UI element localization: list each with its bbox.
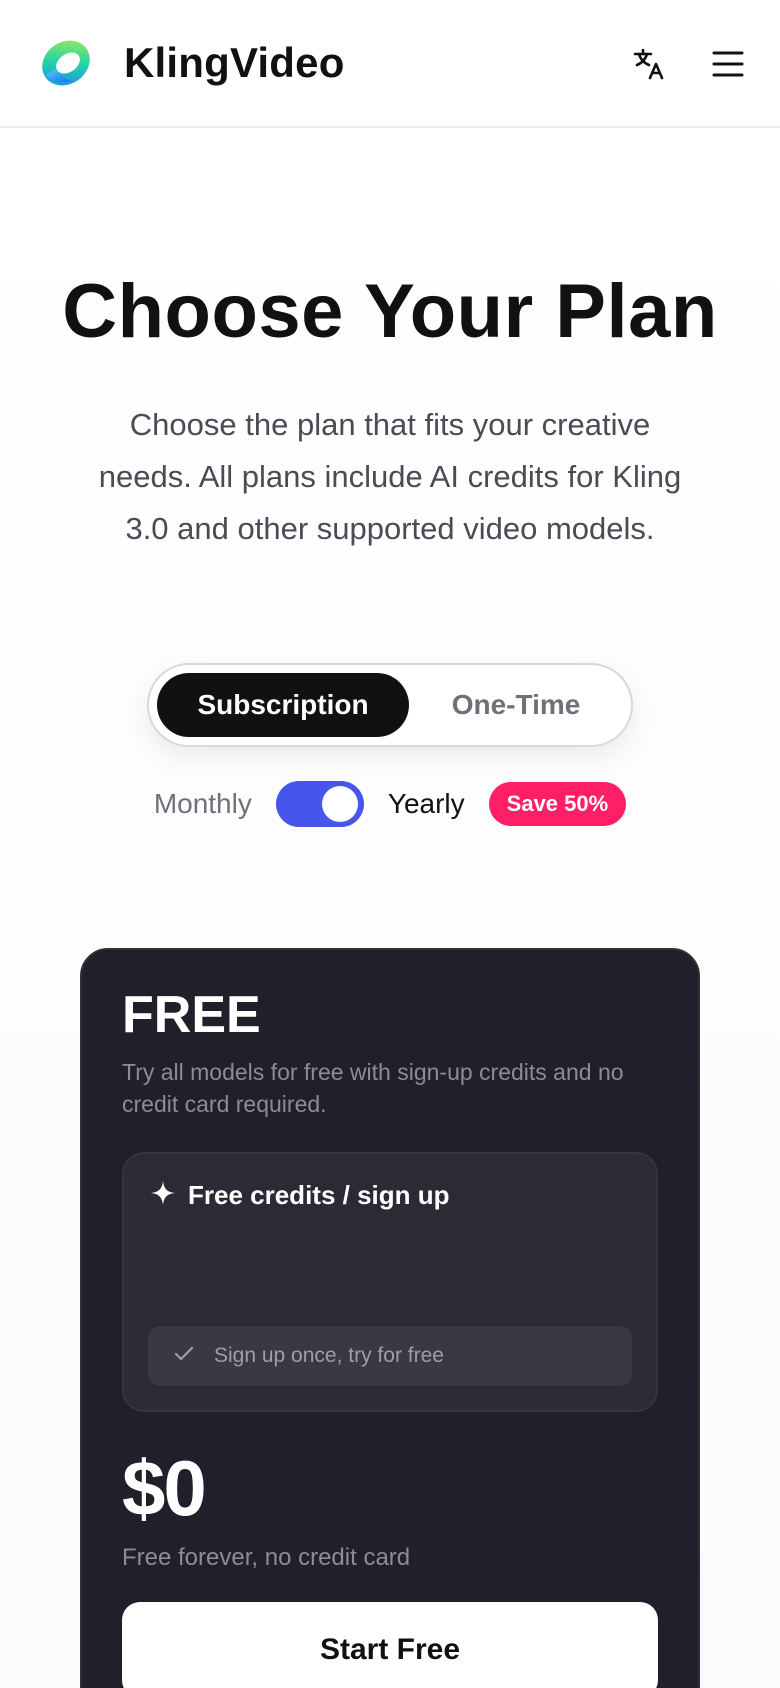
price-note: Free forever, no credit card (122, 1544, 411, 1571)
credits-title: Free credits / sign up (188, 1180, 450, 1210)
brand-name[interactable]: KlingVideo (124, 39, 345, 87)
credit-feature-row: Sign up once, try for free (148, 1326, 632, 1386)
free-plan-card: FREE Try all models for free with sign-u… (80, 948, 700, 1688)
page-title: Choose Your Plan (62, 269, 718, 354)
logo-icon[interactable] (38, 35, 94, 91)
plan-name: FREE (122, 986, 261, 1044)
billing-toggle[interactable] (275, 781, 364, 827)
plan-type-switch: Subscription One-Time (147, 663, 633, 747)
menu-icon[interactable] (706, 42, 750, 86)
plan-price: $0 (122, 1444, 207, 1532)
yearly-label[interactable]: Yearly (388, 788, 465, 820)
check-icon (174, 1346, 194, 1367)
pricing-section: Choose Your Plan Choose the plan that fi… (0, 128, 780, 1688)
subscription-tab[interactable]: Subscription (157, 673, 409, 737)
one-time-tab[interactable]: One-Time (409, 673, 623, 737)
monthly-label[interactable]: Monthly (154, 788, 252, 820)
page-subtitle: Choose the plan that fits your creative … (98, 407, 682, 546)
sparkle-icon (150, 1180, 176, 1211)
credits-header: Free credits / sign up (150, 1180, 630, 1211)
toggle-knob (321, 786, 358, 822)
plan-description: Try all models for free with sign-up cre… (122, 1059, 624, 1117)
start-free-button[interactable]: Start Free (122, 1602, 658, 1688)
credit-feature-text: Sign up once, try for free (214, 1344, 444, 1367)
save-badge: Save 50% (488, 782, 627, 826)
credits-box: Free credits / sign up Sign up once, try… (122, 1152, 658, 1412)
billing-period: Monthly Yearly Save 50% (0, 781, 780, 827)
translate-icon[interactable] (628, 42, 672, 86)
header-actions (628, 0, 750, 128)
top-header: KlingVideo (0, 0, 780, 128)
